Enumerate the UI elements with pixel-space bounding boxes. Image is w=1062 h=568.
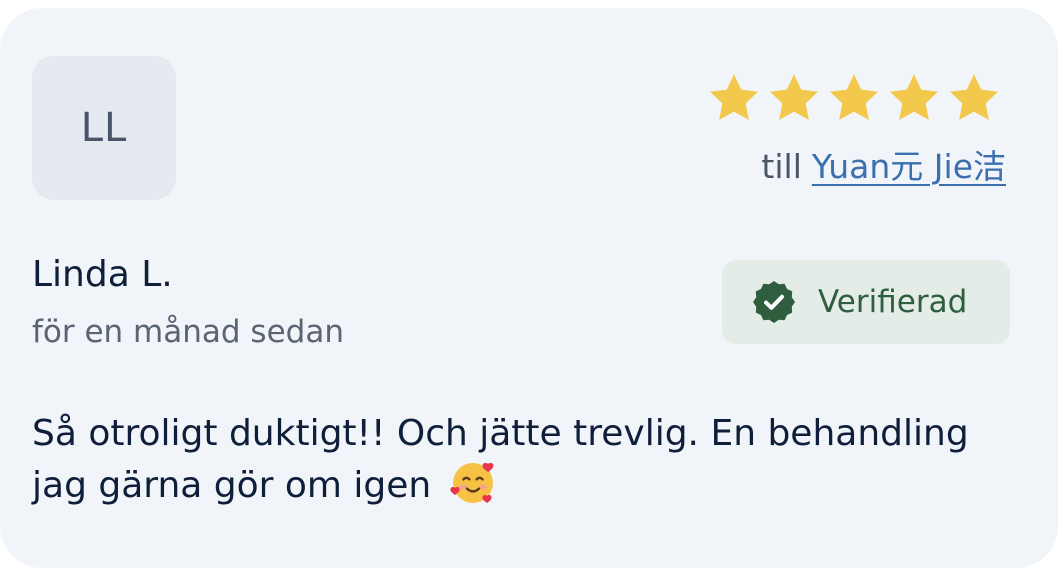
verified-badge: Verifierad bbox=[722, 260, 1010, 344]
avatar: LL bbox=[32, 56, 176, 200]
star-icon bbox=[886, 70, 942, 126]
star-rating bbox=[706, 70, 1002, 126]
verified-label: Verifierad bbox=[818, 284, 968, 320]
star-icon bbox=[826, 70, 882, 126]
avatar-initials: LL bbox=[80, 105, 128, 151]
reviewer-name: Linda L. bbox=[32, 254, 173, 295]
review-text: Så otroligt duktigt!! Och jätte trevlig.… bbox=[32, 413, 969, 506]
smiling-face-with-hearts-icon bbox=[449, 459, 497, 507]
recipient-line: till Yuan元 Jie洁 bbox=[761, 140, 1006, 188]
review-text-block: Så otroligt duktigt!! Och jätte trevlig.… bbox=[32, 408, 992, 511]
star-icon bbox=[766, 70, 822, 126]
review-timestamp: för en månad sedan bbox=[32, 314, 344, 350]
verified-check-icon bbox=[750, 278, 798, 326]
recipient-link[interactable]: Yuan元 Jie洁 bbox=[812, 147, 1006, 186]
recipient-prefix: till bbox=[761, 147, 802, 186]
star-icon bbox=[706, 70, 762, 126]
review-card: LL till Yuan元 Jie洁 Linda L. för en månad … bbox=[0, 8, 1058, 568]
star-icon bbox=[946, 70, 1002, 126]
